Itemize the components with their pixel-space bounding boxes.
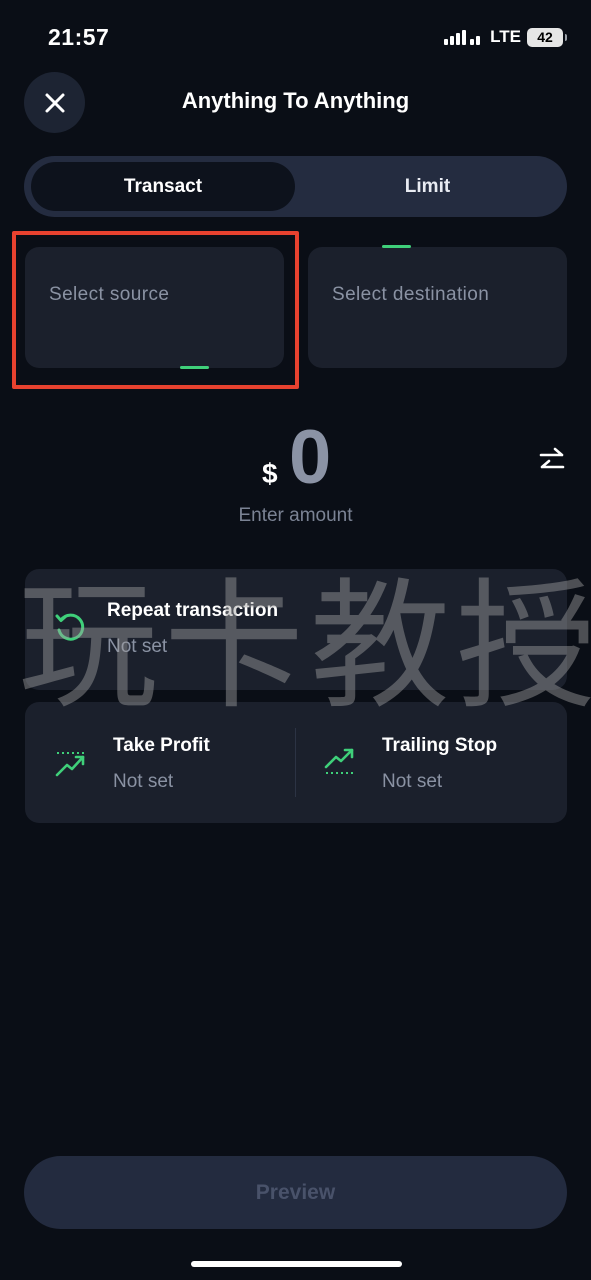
take-profit-value: Not set [113,771,174,792]
tab-limit[interactable]: Limit [295,162,560,211]
amount-hint: Enter amount [238,505,353,526]
amount-input[interactable]: 0 [289,416,331,500]
swap-button[interactable] [536,445,568,477]
tab-transact[interactable]: Transact [31,162,295,211]
status-time: 21:57 [48,24,110,50]
select-source-label: Select source [49,284,170,305]
select-destination-label: Select destination [332,284,490,305]
select-source-card[interactable]: Select source [25,247,284,369]
mode-tabs: Transact Limit [24,156,567,217]
take-profit-title: Take Profit [113,735,210,756]
preview-button[interactable]: Preview [24,1156,567,1229]
take-profit-icon [55,752,85,777]
source-indicator [180,366,209,369]
home-indicator [191,1261,402,1267]
watermark-text: 玩卡教授 [18,566,591,729]
trailing-stop-value: Not set [382,771,443,792]
page-title: Anything To Anything [181,88,410,113]
screen: 21:57 LTE 42 Anything To Anything Transa… [0,0,591,1280]
network-label: LTE [490,27,521,46]
battery-icon: 42 [527,27,567,47]
signal-icon [444,29,481,45]
swap-arrows-icon [539,447,565,469]
trailing-stop-icon [324,748,354,774]
currency-symbol: $ [262,458,278,489]
trailing-stop-title: Trailing Stop [382,735,498,756]
status-indicators: LTE 42 [444,27,567,47]
destination-indicator [382,245,411,248]
select-destination-card[interactable]: Select destination [308,245,567,368]
